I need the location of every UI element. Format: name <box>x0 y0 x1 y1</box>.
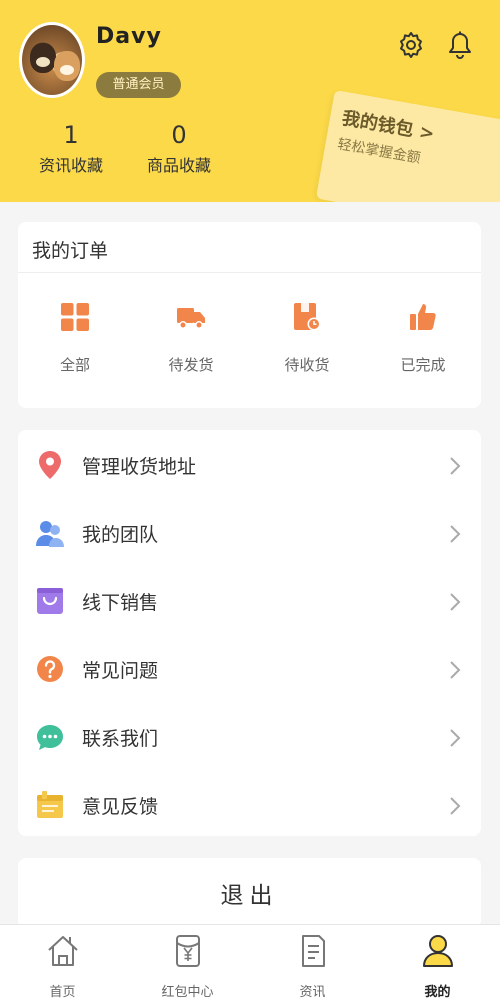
tab-label: 红包中心 <box>161 985 214 1000</box>
chevron-right-icon <box>450 525 461 543</box>
menu-label: 线下销售 <box>82 592 159 614</box>
menu-item-contact[interactable]: 联系我们 <box>18 704 481 770</box>
home-icon <box>47 936 78 966</box>
member-level-badge: 普通会员 <box>96 72 181 98</box>
tab-red-packet-center[interactable]: 红包中心 <box>125 925 250 1000</box>
avatar-dog-light <box>54 51 80 81</box>
chevron-right-icon <box>450 661 461 679</box>
profile-header: Davy 普通会员 1 资讯收藏 0 商品收藏 我的钱包 > 轻松掌握金额 <box>0 0 500 202</box>
news-icon <box>301 935 325 967</box>
menu-label: 常见问题 <box>82 660 159 682</box>
bottom-tab-bar: 首页 红包中心 资讯 我的 <box>0 924 500 1000</box>
logout-button[interactable]: 退出 <box>18 858 481 928</box>
package-clock-icon <box>294 303 321 331</box>
order-label: 待收货 <box>284 356 330 374</box>
chevron-right-icon <box>450 457 461 475</box>
menu-item-address[interactable]: 管理收货地址 <box>18 432 481 498</box>
red-packet-icon <box>175 935 200 967</box>
tab-mine[interactable]: 我的 <box>375 925 500 1000</box>
chevron-right-icon <box>450 593 461 611</box>
menu-item-team[interactable]: 我的团队 <box>18 500 481 566</box>
tab-label: 首页 <box>49 985 76 1000</box>
menu-card: 管理收货地址 我的团队 线下销售 常见问题 联系我们 意见反馈 <box>18 430 481 836</box>
chat-bubble-icon <box>37 725 63 750</box>
order-to-receive[interactable]: 待收货 <box>252 302 362 375</box>
tab-home[interactable]: 首页 <box>0 925 125 1000</box>
wallet-card[interactable]: 我的钱包 > 轻松掌握金额 <box>315 90 500 202</box>
menu-label: 管理收货地址 <box>82 456 197 478</box>
stat-news-favorites[interactable]: 1 资讯收藏 <box>26 120 116 176</box>
menu-item-faq[interactable]: 常见问题 <box>18 636 481 702</box>
menu-item-offline-sales[interactable]: 线下销售 <box>18 568 481 634</box>
tab-label: 资讯 <box>299 985 326 1000</box>
stat-label: 商品收藏 <box>146 156 211 175</box>
orders-title: 我的订单 <box>32 240 109 262</box>
bell-icon[interactable] <box>446 30 474 60</box>
order-label: 全部 <box>59 356 90 374</box>
stat-product-favorites[interactable]: 0 商品收藏 <box>134 120 224 176</box>
username: Davy <box>96 24 162 49</box>
order-label: 待发货 <box>168 356 214 374</box>
menu-label: 意见反馈 <box>82 796 159 818</box>
menu-label: 我的团队 <box>82 524 159 546</box>
grid-icon <box>61 303 89 331</box>
avatar-dog-dark <box>30 43 56 73</box>
thumbs-up-icon <box>410 304 436 330</box>
chevron-right-icon <box>450 729 461 747</box>
tab-news[interactable]: 资讯 <box>250 925 375 1000</box>
orders-card: 我的订单 全部 待发货 待收货 已完成 <box>18 222 481 408</box>
order-to-ship[interactable]: 待发货 <box>136 302 246 375</box>
order-all[interactable]: 全部 <box>20 302 130 375</box>
truck-icon <box>177 308 205 329</box>
logout-label: 退出 <box>220 883 279 909</box>
menu-item-feedback[interactable]: 意见反馈 <box>18 772 481 838</box>
user-icon <box>422 935 453 967</box>
menu-label: 联系我们 <box>82 728 159 750</box>
stat-value: 1 <box>63 121 79 149</box>
settings-gear-icon[interactable] <box>396 30 426 60</box>
divider <box>18 272 481 273</box>
stat-label: 资讯收藏 <box>38 156 103 175</box>
avatar[interactable] <box>19 22 85 98</box>
location-pin-icon <box>39 451 61 479</box>
team-icon <box>36 521 64 547</box>
question-icon <box>37 656 63 682</box>
shopping-bag-icon <box>37 588 63 614</box>
tab-label: 我的 <box>424 985 451 1000</box>
order-label: 已完成 <box>400 356 446 374</box>
stat-value: 0 <box>171 121 187 149</box>
order-completed[interactable]: 已完成 <box>368 302 478 375</box>
chevron-right-icon <box>450 797 461 815</box>
feedback-icon <box>37 791 63 818</box>
